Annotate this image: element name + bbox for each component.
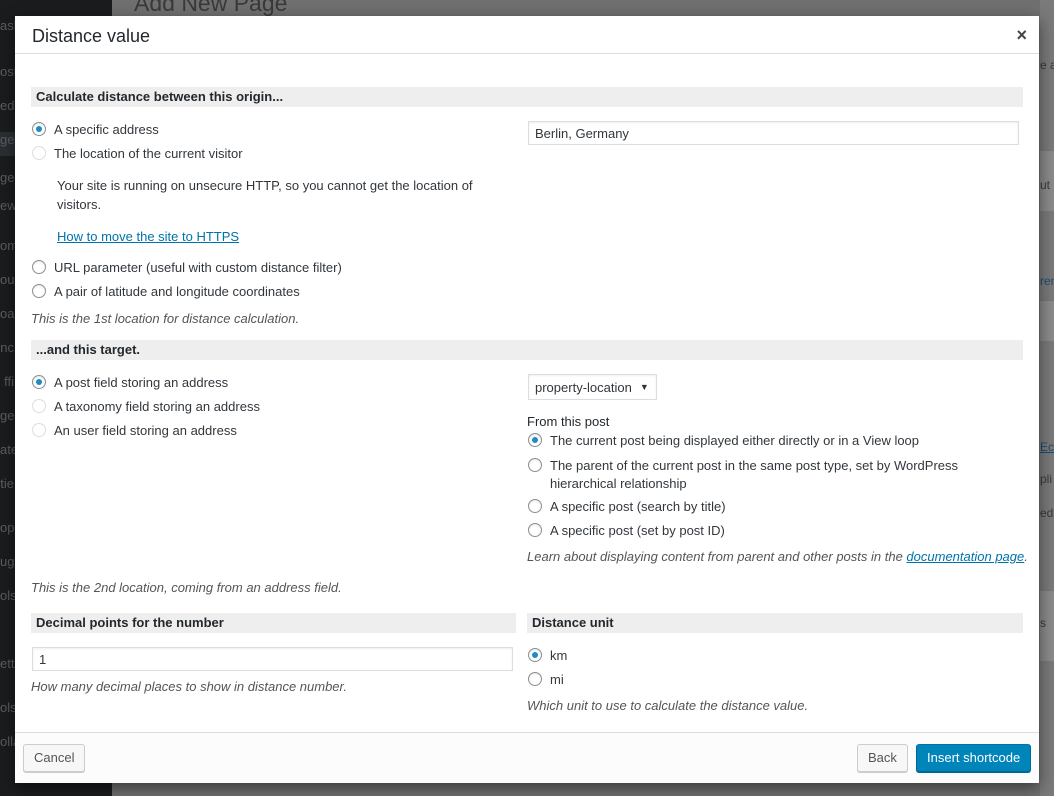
option-label: A specific address [54, 122, 159, 137]
back-button[interactable]: Back [857, 744, 908, 772]
dialog-title: Distance value [32, 26, 151, 46]
distance-value-dialog: Distance value × Calculate distance betw… [15, 16, 1039, 783]
radio-icon[interactable] [528, 648, 542, 662]
radio-icon[interactable] [528, 499, 542, 513]
learn-text: Learn about displaying content from pare… [527, 549, 907, 564]
select-value: property-location [535, 379, 632, 395]
unit-hint: Which unit to use to calculate the dista… [527, 698, 809, 713]
https-link-wrapper: How to move the site to HTTPS [57, 227, 239, 246]
option-label: km [550, 648, 568, 663]
dialog-footer: Cancel Back Insert shortcode [15, 732, 1039, 783]
unit-option-km[interactable]: km [528, 648, 567, 663]
triangle-down-icon: ▼ [639, 382, 649, 392]
option-label: The location of the current visitor [54, 146, 243, 161]
insert-shortcode-button[interactable]: Insert shortcode [916, 744, 1032, 772]
origin-option-url-parameter[interactable]: URL parameter (useful with custom distan… [32, 260, 342, 275]
option-label: A post field storing an address [54, 375, 229, 390]
decimals-input[interactable] [32, 647, 513, 671]
option-label: The current post being displayed either … [550, 433, 920, 448]
option-label: A pair of latitude and longitude coordin… [54, 284, 300, 299]
admin-right-panel: e a ut ren Ec pli ed s [1040, 0, 1054, 796]
radio-icon[interactable] [528, 433, 542, 447]
option-label: A specific post (search by title) [550, 499, 726, 514]
radio-icon[interactable] [32, 375, 46, 389]
decimals-hint: How many decimal places to show in dista… [31, 679, 347, 694]
panel-fragment: ut [1040, 178, 1051, 192]
close-icon[interactable]: × [1016, 25, 1027, 46]
decimals-heading: Decimal points for the number [31, 613, 516, 633]
panel-fragment: ed [1040, 506, 1054, 520]
target-option-taxonomy-field[interactable]: A taxonomy field storing an address [32, 399, 260, 414]
unit-heading: Distance unit [527, 613, 1023, 633]
origin-heading: Calculate distance between this origin..… [31, 87, 1023, 107]
target-option-post-field[interactable]: A post field storing an address [32, 375, 228, 390]
radio-icon[interactable] [32, 146, 46, 160]
learn-note: Learn about displaying content from pare… [527, 549, 1028, 564]
field-select[interactable]: property-location ▼ [528, 374, 657, 400]
target-hint: This is the 2nd location, coming from an… [31, 580, 342, 595]
radio-icon[interactable] [528, 458, 542, 472]
panel-fragment: Ec [1040, 440, 1054, 454]
post-option-post-id[interactable]: A specific post (set by post ID) [528, 523, 725, 538]
target-option-user-field[interactable]: An user field storing an address [32, 423, 237, 438]
address-input[interactable] [528, 121, 1019, 145]
panel-fragment: s [1040, 616, 1046, 630]
https-warning: Your site is running on unsecure HTTP, s… [57, 178, 473, 212]
option-label: mi [550, 672, 564, 687]
option-label: A specific post (set by post ID) [550, 523, 725, 538]
dialog-body: Calculate distance between this origin..… [15, 54, 1039, 733]
unit-option-mi[interactable]: mi [528, 672, 564, 687]
radio-icon[interactable] [528, 672, 542, 686]
post-option-search-title[interactable]: A specific post (search by title) [528, 499, 726, 514]
origin-option-coordinates[interactable]: A pair of latitude and longitude coordin… [32, 284, 300, 299]
post-option-current[interactable]: The current post being displayed either … [528, 433, 919, 448]
radio-icon[interactable] [32, 399, 46, 413]
cancel-button[interactable]: Cancel [23, 744, 86, 772]
origin-option-specific-address[interactable]: A specific address [32, 122, 159, 137]
from-post-label: From this post [527, 414, 610, 429]
target-heading: ...and this target. [31, 340, 1023, 360]
panel-fragment: pli [1040, 472, 1053, 486]
option-label: An user field storing an address [54, 423, 237, 438]
dialog-header: Distance value × [15, 16, 1039, 54]
panel-fragment: e a [1040, 58, 1054, 72]
learn-end: . [1024, 549, 1028, 564]
option-label: A taxonomy field storing an address [54, 399, 260, 414]
https-help-link[interactable]: How to move the site to HTTPS [57, 229, 239, 244]
documentation-link[interactable]: documentation page [906, 549, 1024, 564]
radio-icon[interactable] [32, 423, 46, 437]
radio-icon[interactable] [32, 122, 46, 136]
panel-box [1040, 300, 1054, 341]
radio-icon[interactable] [32, 284, 46, 298]
panel-fragment: ren [1040, 274, 1054, 288]
radio-icon[interactable] [32, 260, 46, 274]
post-option-parent[interactable]: The parent of the current post in the sa… [528, 457, 978, 493]
option-label: The parent of the current post in the sa… [550, 458, 959, 491]
page-title: Add New Page [134, 0, 288, 16]
origin-hint: This is the 1st location for distance ca… [31, 311, 300, 326]
option-label: URL parameter (useful with custom distan… [54, 260, 342, 275]
radio-icon[interactable] [528, 523, 542, 537]
origin-option-visitor-location[interactable]: The location of the current visitor [32, 146, 243, 161]
